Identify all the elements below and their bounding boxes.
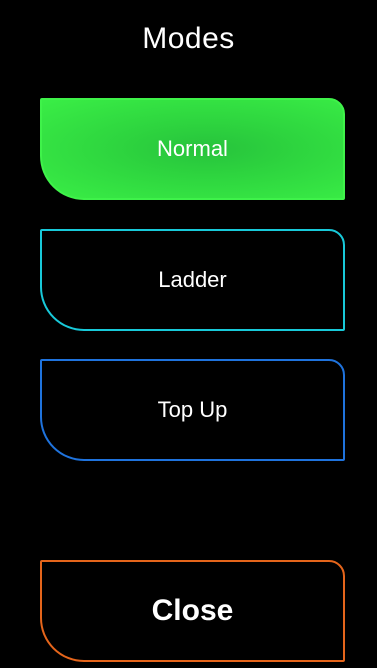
mode-normal-label: Normal	[157, 136, 228, 161]
mode-ladder-label: Ladder	[158, 267, 227, 292]
mode-ladder-button[interactable]: Ladder	[40, 229, 345, 331]
mode-top-up-button[interactable]: Top Up	[40, 359, 345, 461]
mode-normal-button[interactable]: Normal	[40, 98, 345, 200]
mode-top-up-label: Top Up	[157, 397, 228, 422]
close-label: Close	[151, 594, 234, 627]
page-title: Modes	[142, 22, 235, 55]
close-button[interactable]: Close	[40, 560, 345, 662]
